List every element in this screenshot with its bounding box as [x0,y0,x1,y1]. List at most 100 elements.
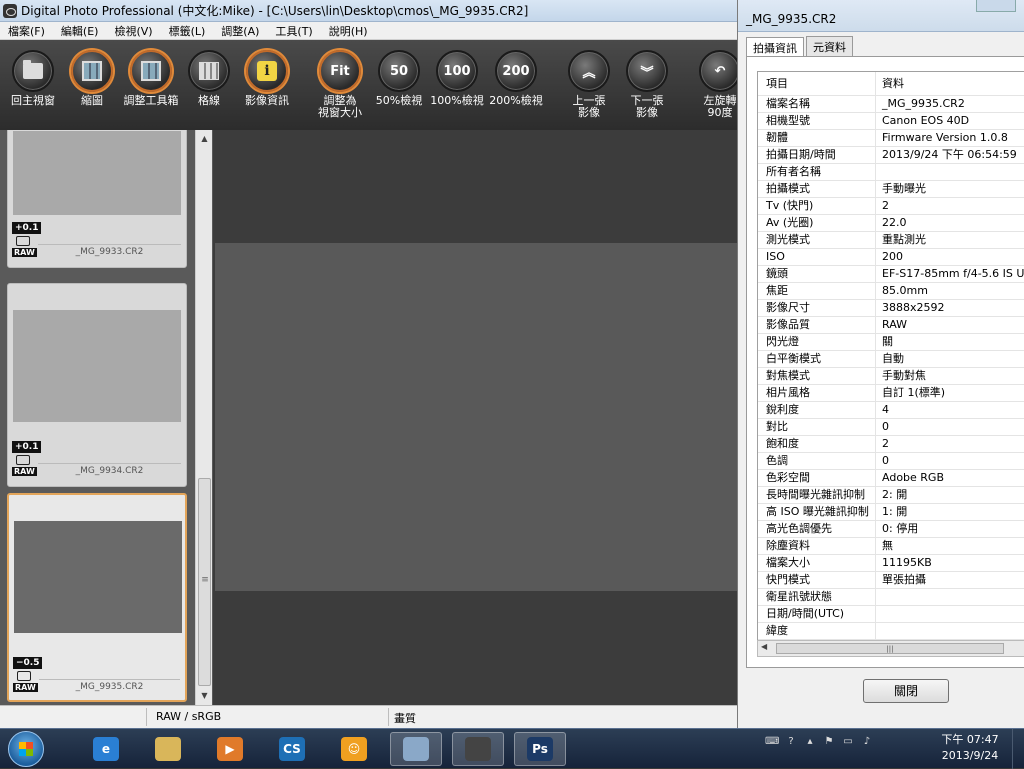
info-row[interactable]: 銳利度 4 [758,402,1024,419]
info-row[interactable]: 除塵資料無 [758,538,1024,555]
info-row[interactable]: 檔案大小 11195KB [758,555,1024,572]
camera-icon [17,671,31,681]
info-row[interactable]: 色調 0 [758,453,1024,470]
scroll-up-arrow-icon[interactable]: ▲ [196,130,213,147]
preview-image [215,243,740,591]
info-row[interactable]: 對比 0 [758,419,1024,436]
window-close-button[interactable] [976,0,1016,12]
tab-1[interactable]: 元資料 [806,36,853,56]
info-row[interactable]: 快門模式 單張拍攝 [758,572,1024,589]
toolbar-button-thumbnail[interactable]: 縮圖 [61,50,123,107]
scroll-thumb[interactable]: ≡ [198,478,211,686]
camera-app-icon [3,3,17,18]
toolbar-button-zoom-50[interactable]: 50 50%檢視 [368,50,430,107]
info-value: 關 [882,335,893,348]
info-row[interactable]: 高 ISO 曝光雜訊抑制 1: 開 [758,504,1024,521]
toolbar-button-previous-image[interactable]: ︽ 上一張 影像 [558,50,620,119]
scroll-thumb[interactable]: ||| [776,643,1004,654]
info-value: Canon EOS 40D [882,114,970,127]
flag-icon[interactable]: ⚑ [822,735,836,749]
info-row[interactable]: ISO 200 [758,249,1024,266]
info-horizontal-scrollbar[interactable]: ◀ ||| [757,640,1024,657]
scroll-down-arrow-icon[interactable]: ▼ [196,687,213,704]
raw-badge: RAW [13,683,38,692]
info-row[interactable]: 所有者名稱 [758,164,1024,181]
button-glyph: 200 [502,63,530,79]
info-row[interactable]: 影像品質 RAW [758,317,1024,334]
info-row[interactable]: 拍攝模式 手動曝光 [758,181,1024,198]
show-desktop-button[interactable] [1012,729,1024,769]
info-row[interactable]: 鏡頭 EF-S17-85mm f/4-5.6 IS USM [758,266,1024,283]
info-row[interactable]: 相片風格 自訂 1(標準) [758,385,1024,402]
toolbar-button-rotate-left[interactable]: ↶ 左旋轉 90度 [689,50,740,119]
scroll-left-arrow-icon[interactable]: ◀ [761,642,767,651]
toolbox-icon [130,50,172,92]
info-row[interactable]: 影像尺寸 3888x2592 [758,300,1024,317]
menu-item-5[interactable]: 工具(T) [267,23,320,39]
taskbar-explorer-button[interactable] [142,732,194,766]
info-row[interactable]: 測光模式 重點測光 [758,232,1024,249]
camera-icon [16,236,30,246]
taskbar-dpp-app-button[interactable] [452,732,504,766]
start-button[interactable] [8,731,44,767]
thumbnail-card[interactable]: +0.1 RAW _MG_9934.CR2 [7,283,187,487]
clock[interactable]: 下午 07:47 2013/9/24 [930,732,1010,764]
info-row[interactable]: 拍攝日期/時間 2013/9/24 下午 06:54:59 [758,147,1024,164]
info-row[interactable]: 白平衡模式 自動 [758,351,1024,368]
menu-item-4[interactable]: 調整(A) [213,23,267,39]
taskbar-photoshop-button[interactable]: Ps [514,732,566,766]
info-row[interactable]: 閃光燈關 [758,334,1024,351]
thumbnail-image [13,131,181,215]
toolbar-button-zoom-200[interactable]: 200 200%檢視 [485,50,547,107]
info-row[interactable]: 長時間曝光雜訊抑制 2: 開 [758,487,1024,504]
info-row[interactable]: 緯度 [758,623,1024,640]
taskbar-cs-app-button[interactable]: CS [266,732,318,766]
info-row[interactable]: 韌體 Firmware Version 1.0.8 [758,130,1024,147]
toolbar-button-toolbox[interactable]: 調整工具箱 [120,50,182,107]
taskbar-paint-button[interactable] [390,732,442,766]
thumbnail-scrollbar[interactable]: ▲ ≡ ▼ [195,130,212,705]
taskbar-pps-app-button[interactable]: ☺ [328,732,380,766]
keyboard-icon[interactable]: ⌨ [765,735,779,749]
thumbnail-card[interactable]: −0.5 RAW _MG_9935.CR2 [7,493,187,702]
info-value: Firmware Version 1.0.8 [882,131,1008,144]
close-button[interactable]: 關閉 [863,679,949,703]
info-row[interactable]: 色彩空間 Adobe RGB [758,470,1024,487]
menu-item-2[interactable]: 檢視(V) [106,23,160,39]
image-preview-area[interactable] [213,130,740,705]
help-icon[interactable]: ? [784,735,798,749]
info-row[interactable]: 日期/時間(UTC) [758,606,1024,623]
tray-expand-icon[interactable]: ▴ [803,735,817,749]
explorer-icon [155,737,181,761]
menu-item-0[interactable]: 檔案(F) [0,23,53,39]
info-key: Av (光圈) [758,215,876,231]
toolbar-button-zoom-100[interactable]: 100 100%檢視 [426,50,488,107]
info-row[interactable]: 相機型號 Canon EOS 40D [758,113,1024,130]
info-row[interactable]: 焦距 85.0mm [758,283,1024,300]
toolbar-button-next-image[interactable]: ︾ 下一張 影像 [616,50,678,119]
menu-item-6[interactable]: 說明(H) [321,23,376,39]
info-row[interactable]: 檔案名稱 _MG_9935.CR2 [758,96,1024,113]
toolbar-button-fit-window[interactable]: Fit 調整為 視窗大小 [309,50,371,119]
info-row[interactable]: Av (光圈) 22.0 [758,215,1024,232]
toolbar-button-info[interactable]: i 影像資訊 [236,50,298,107]
info-value: 手動對焦 [882,369,926,382]
toolbar-button-home-folder[interactable]: 回主視窗 [2,50,64,107]
info-row[interactable]: 飽和度 2 [758,436,1024,453]
info-row[interactable]: 衛星訊號狀態 [758,589,1024,606]
toolbar-button-grid[interactable]: 格線 [178,50,240,107]
taskbar-media-player-button[interactable]: ▶ [204,732,256,766]
tab-0[interactable]: 拍攝資訊 [746,37,804,57]
taskbar-ie-button[interactable]: e [80,732,132,766]
info-row[interactable]: Tv (快門) 2 [758,198,1024,215]
info-row[interactable]: 高光色調優先 0: 停用 [758,521,1024,538]
menu-item-3[interactable]: 標籤(L) [161,23,214,39]
network-icon[interactable]: ▭ [841,735,855,749]
info-value [876,164,1024,180]
info-key: 快門模式 [758,572,876,588]
info-row[interactable]: 對焦模式 手動對焦 [758,368,1024,385]
menu-item-1[interactable]: 編輯(E) [53,23,107,39]
thumbnail-card[interactable]: +0.1 RAW _MG_9933.CR2 [7,130,187,268]
system-tray: ⌨ ? ▴ ⚑ ▭ ♪ [765,735,874,749]
volume-icon[interactable]: ♪ [860,735,874,749]
